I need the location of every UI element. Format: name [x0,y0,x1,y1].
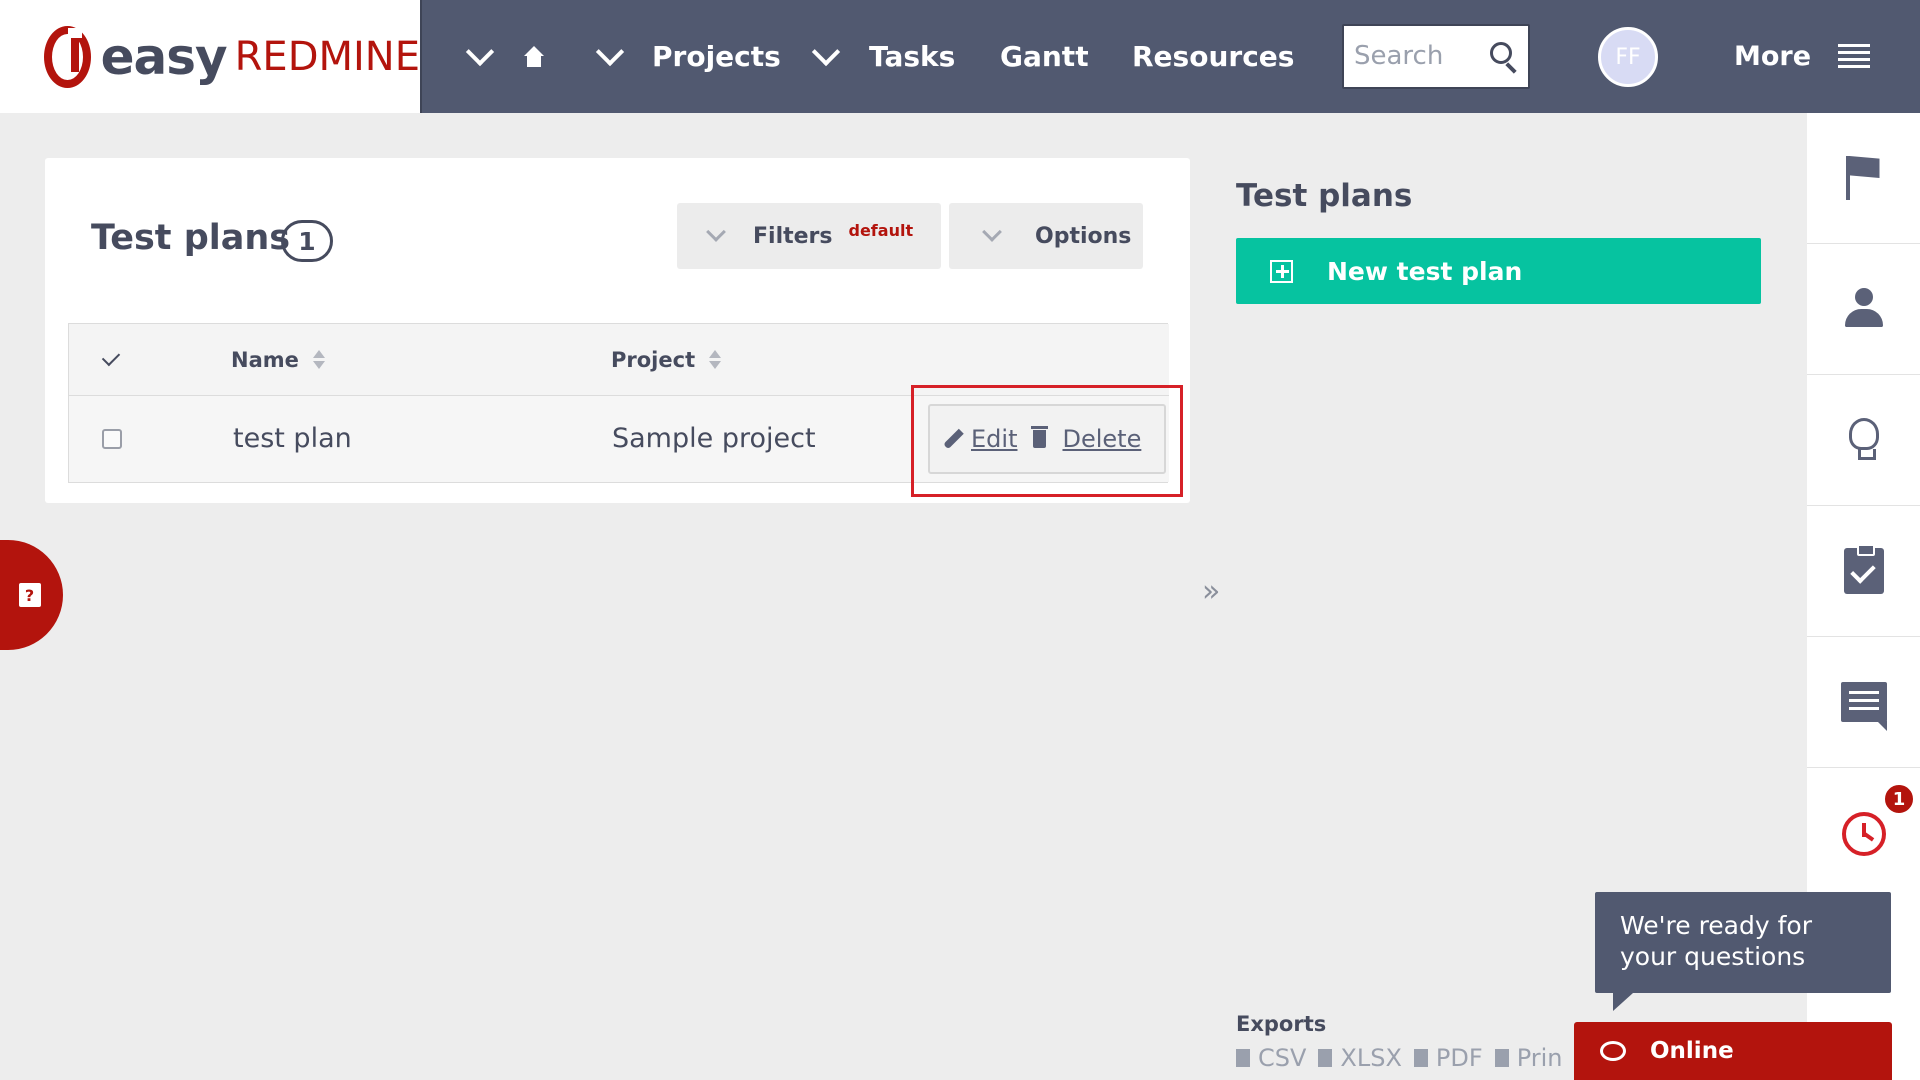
alarm-count-badge: 1 [1883,783,1915,815]
chevron-down-icon [811,37,841,66]
count-badge: 1 [281,220,333,262]
file-icon [1318,1049,1333,1067]
highlight-box [911,385,1183,497]
online-chat-button[interactable]: Online [1574,1022,1892,1080]
hamburger-menu-icon[interactable] [1838,44,1870,70]
nav-tasks[interactable]: Tasks [869,0,955,113]
search-icon[interactable] [1490,42,1512,64]
printer-icon [1494,1049,1509,1067]
plus-icon [1270,259,1293,283]
filters-label: Filters [753,223,833,249]
nav-projects[interactable]: Projects [652,0,781,113]
chat-prompt-bubble: We're ready for your questions [1595,892,1891,1011]
page-title: Test plans [91,218,291,258]
chevron-down-icon [982,222,1002,242]
rail-item-ideas[interactable] [1807,375,1920,506]
message-icon [1840,682,1887,731]
rail-item-tasks[interactable] [1807,506,1920,637]
search-input[interactable] [1344,26,1474,86]
row-name[interactable]: test plan [233,423,352,454]
options-label: Options [1035,223,1132,249]
export-pdf[interactable]: PDF [1413,1044,1483,1072]
sidebar-title: Test plans [1236,178,1413,214]
logo-text-redmine: REDMINE [234,33,420,80]
chat-bubble-icon [1600,1041,1626,1061]
nav-resources[interactable]: Resources [1132,0,1294,113]
rail-item-user[interactable] [1807,244,1920,375]
options-button[interactable]: Options [949,203,1143,269]
nav-gantt[interactable]: Gantt [1000,0,1089,113]
filters-button[interactable]: Filters default [677,203,941,269]
logo-text-easy: easy [100,27,228,86]
filters-default-tag: default [848,220,914,240]
user-icon [1844,288,1884,330]
user-avatar[interactable]: FF [1598,27,1658,87]
rail-item-flag[interactable] [1807,113,1920,244]
column-header-project[interactable]: Project [611,348,722,372]
alarm-clock-icon [1841,811,1886,856]
home-menu-dropdown[interactable] [465,0,495,113]
sort-icon [709,350,722,370]
export-print[interactable]: Prin [1494,1044,1562,1072]
export-xlsx[interactable]: XLSX [1318,1044,1402,1072]
tasks-menu-dropdown[interactable] [811,0,841,113]
home-button[interactable] [522,0,546,113]
home-icon [522,45,546,68]
new-test-plan-button[interactable]: New test plan [1236,238,1761,304]
flag-icon [1845,156,1882,200]
file-icon [1236,1049,1250,1067]
logo[interactable]: easy REDMINE [0,0,420,113]
logo-power-icon [44,25,91,88]
collapse-sidebar-button[interactable]: » [1202,574,1220,609]
rail-item-messages[interactable] [1807,637,1920,768]
chevron-down-icon [465,37,495,66]
row-project[interactable]: Sample project [612,423,816,454]
exports-label: Exports [1236,1012,1327,1036]
projects-menu-dropdown[interactable] [595,0,625,113]
column-header-name[interactable]: Name [231,348,325,372]
chevron-down-icon [595,37,625,66]
help-tab[interactable]: ? [0,540,63,650]
chevron-down-icon [706,222,726,242]
select-all-check-icon[interactable] [101,347,121,367]
top-navigation-bar: Projects Tasks Gantt Resources [420,0,1920,113]
lightbulb-icon [1848,418,1879,462]
sort-icon [312,350,325,370]
file-icon [1413,1049,1428,1067]
export-csv[interactable]: CSV [1236,1044,1306,1072]
exports-list: CSV XLSX PDF Prin [1236,1044,1574,1072]
help-icon: ? [18,583,41,607]
search-box [1342,24,1530,89]
more-menu-button[interactable]: More [1734,0,1811,113]
row-checkbox[interactable] [102,429,122,449]
clipboard-check-icon [1843,544,1884,594]
